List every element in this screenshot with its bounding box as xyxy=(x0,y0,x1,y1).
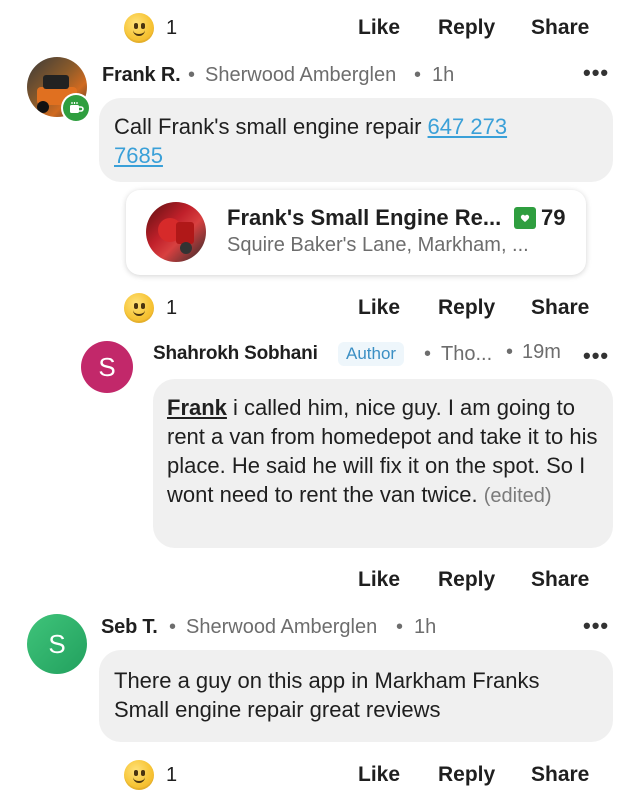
comment-time: 1h xyxy=(432,64,455,86)
edited-label: (edited) xyxy=(483,485,552,507)
reaction-emoji-icon[interactable] xyxy=(124,760,154,790)
reaction-count: 1 xyxy=(166,297,178,319)
separator-dot: • xyxy=(506,341,514,363)
like-button[interactable]: Like xyxy=(358,568,400,592)
separator-dot: • xyxy=(424,343,432,365)
more-options-icon[interactable]: ••• xyxy=(583,613,609,639)
business-card[interactable]: Frank's Small Engine Re... 79 Squire Bak… xyxy=(126,190,586,275)
coffee-badge-icon xyxy=(61,93,91,123)
reaction-count: 1 xyxy=(166,17,178,39)
separator-dot: • xyxy=(396,616,404,638)
share-button[interactable]: Share xyxy=(531,568,589,592)
comment-author[interactable]: Frank R. xyxy=(102,64,181,87)
separator-dot: • xyxy=(414,64,422,86)
like-button[interactable]: Like xyxy=(358,296,400,320)
reply-button[interactable]: Reply xyxy=(438,568,495,592)
business-thumbnail xyxy=(146,202,206,262)
comment-bubble: Call Frank's small engine repair 647 273… xyxy=(99,98,613,182)
mention-link[interactable]: Frank xyxy=(167,395,227,420)
comment-neighborhood[interactable]: Sherwood Amberglen xyxy=(186,616,377,639)
comment-time: 19m xyxy=(522,341,561,363)
share-button[interactable]: Share xyxy=(531,16,589,40)
comment-text-container: Call Frank's small engine repair 647 273… xyxy=(114,112,554,170)
separator-dot: • xyxy=(188,64,196,86)
business-name[interactable]: Frank's Small Engine Re... xyxy=(227,205,501,231)
like-button[interactable]: Like xyxy=(358,763,400,787)
avatar[interactable]: S xyxy=(27,614,87,674)
comment-text-container: Frank i called him, nice guy. I am going… xyxy=(167,393,599,511)
avatar[interactable]: S xyxy=(81,341,133,393)
comment-neighborhood[interactable]: Sherwood Amberglen xyxy=(205,64,396,87)
more-options-icon[interactable]: ••• xyxy=(583,60,609,86)
like-button[interactable]: Like xyxy=(358,16,400,40)
reaction-count: 1 xyxy=(166,764,178,786)
recommend-badge-icon xyxy=(514,207,536,229)
reply-button[interactable]: Reply xyxy=(438,296,495,320)
business-address: Squire Baker's Lane, Markham, ... xyxy=(227,234,529,256)
share-button[interactable]: Share xyxy=(531,763,589,787)
comment-time: 1h xyxy=(414,616,437,638)
comment-text: Call Frank's small engine repair xyxy=(114,114,428,139)
comment-bubble: There a guy on this app in Markham Frank… xyxy=(99,650,613,742)
comment-author[interactable]: Seb T. xyxy=(101,616,158,639)
comment-text: There a guy on this app in Markham Frank… xyxy=(114,668,540,722)
reply-button[interactable]: Reply xyxy=(438,16,495,40)
author-badge: Author xyxy=(338,342,405,366)
reaction-emoji-icon[interactable] xyxy=(124,293,154,323)
more-options-icon[interactable]: ••• xyxy=(583,343,609,369)
separator-dot: • xyxy=(169,616,177,638)
comment-author[interactable]: Shahrokh Sobhani xyxy=(153,343,318,365)
share-button[interactable]: Share xyxy=(531,296,589,320)
comment-bubble: Frank i called him, nice guy. I am going… xyxy=(153,379,613,548)
comment-neighborhood[interactable]: Tho... xyxy=(441,343,492,366)
reply-button[interactable]: Reply xyxy=(438,763,495,787)
reaction-emoji-icon[interactable] xyxy=(124,13,154,43)
recommendation-count: 79 xyxy=(541,205,566,230)
